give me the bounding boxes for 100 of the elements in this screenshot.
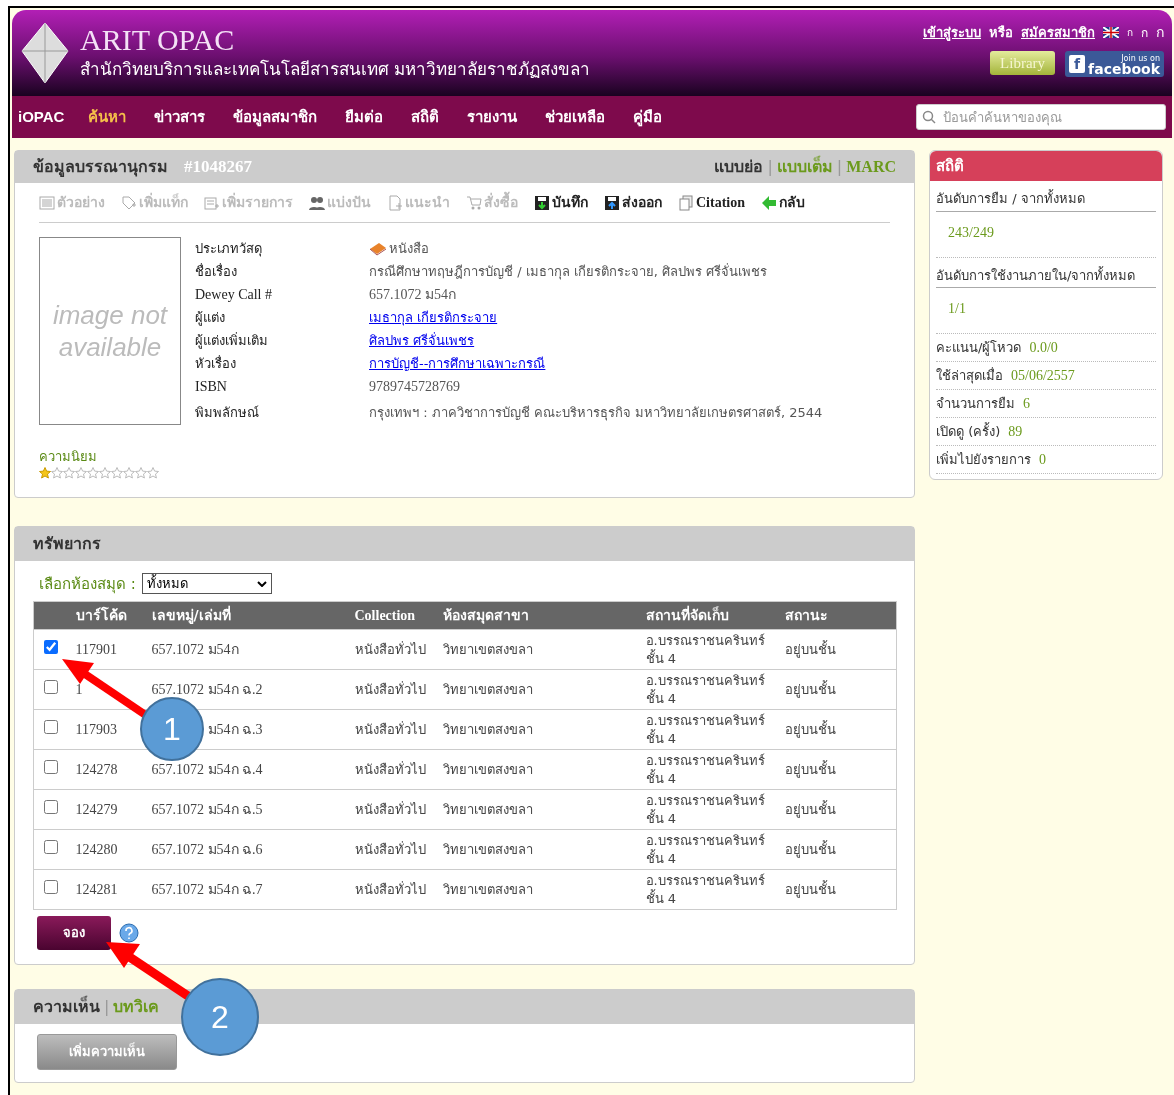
toolbar-button[interactable]: กลับ [761, 192, 805, 213]
row-checkbox[interactable] [44, 679, 58, 694]
toolbar-button[interactable]: Citation [678, 192, 745, 213]
search-icon [922, 110, 936, 124]
stat-label: ใช้ล่าสุดเมื่อ [936, 366, 1003, 386]
panel-title: ทรัพยากร [33, 532, 101, 555]
font-size-link[interactable]: ก [1127, 25, 1133, 40]
column-header: Collection [354, 601, 443, 630]
stat-heading: อันดับการใช้งานภายใน/จากทั้งหมด [936, 257, 1156, 288]
register-link[interactable]: สมัครสมาชิก [1021, 22, 1095, 43]
star-icon[interactable] [39, 466, 51, 479]
back-arrow-icon [761, 194, 777, 211]
star-icon[interactable] [99, 466, 111, 479]
field-link[interactable]: ศิลปพร ศรีจั่นเพชร [369, 329, 475, 352]
table-cell: วิทยาเขตสงขลา [442, 761, 533, 777]
table-cell: หนังสือทั่วไป [354, 640, 426, 659]
row-checkbox[interactable] [44, 719, 58, 734]
site-subtitle: สำนักวิทยบริการและเทคโนโลยีสารสนเทศ มหาวิทยาลัยราชภัฏสงขลา [80, 58, 591, 82]
field-label: ชื่อเรื่อง [195, 262, 238, 281]
library-filter-label: เลือกห้องสมุด : [39, 573, 136, 595]
stat-heading: อันดับการยืม / จากทั้งหมด [936, 181, 1156, 212]
row-checkbox[interactable] [44, 799, 58, 814]
table-cell: วิทยาเขตสงขลา [442, 721, 533, 737]
table-cell: หนังสือทั่วไป [354, 840, 426, 859]
library-select[interactable]: ทั้งหมด [141, 573, 272, 595]
nav-tab[interactable]: สถิติ [411, 105, 440, 129]
table-cell: หนังสือทั่วไป [354, 800, 426, 819]
no-image-text: image not available [51, 299, 169, 363]
reserve-button[interactable]: จอง [37, 916, 111, 950]
or-text: หรือ [989, 23, 1013, 42]
stat-value: 1/1 [947, 300, 967, 318]
document-add-icon [387, 194, 403, 211]
brand-label: iOPAC [18, 106, 65, 127]
font-size-link[interactable]: ก [1156, 22, 1164, 43]
table-cell: ม54ก ฉ.3 [207, 722, 263, 737]
nav-tab[interactable]: ข้อมูลสมาชิก [233, 105, 318, 129]
table-cell: อยู่บนชั้น [784, 681, 836, 697]
field-label: ผู้แต่งเพิ่มเติม [195, 331, 269, 351]
save-icon [604, 194, 620, 211]
field-link[interactable]: เมธากุล เกียรติกระจาย [369, 306, 498, 329]
field-label: ประเภทวัสดุ [195, 240, 263, 259]
search-field[interactable]: ป้อนคำค้นหาของคุณ [916, 104, 1166, 130]
column-header: บาร์โค้ด [75, 601, 152, 630]
font-size-link[interactable]: ก [1141, 23, 1148, 42]
toolbar-button[interactable]: บันทึก [534, 192, 588, 213]
row-checkbox[interactable] [44, 839, 58, 854]
tag-icon [121, 194, 137, 211]
table-cell: 1 [75, 682, 83, 697]
star-icon[interactable] [87, 466, 99, 479]
table-cell: 124280 [75, 842, 118, 857]
table-cell: 124279 [75, 802, 118, 817]
login-link[interactable]: เข้าสู่ระบบ [923, 22, 981, 43]
table-cell: 657.1072 ม54ก ฉ.6 [151, 842, 263, 857]
stat-label: คะแนน/ผู้โหวด [936, 338, 1022, 358]
table-cell: อยู่บนชั้น [784, 841, 836, 857]
field-link[interactable]: การบัญชี--การศึกษาเฉพาะกรณี [369, 352, 546, 375]
star-icon[interactable] [147, 466, 159, 479]
field-label: ISBN [195, 378, 228, 396]
uk-flag-icon[interactable] [1103, 27, 1119, 38]
panel-title: สถิติ [936, 155, 964, 177]
stat-value: 243/249 [947, 223, 995, 242]
table-cell: วิทยาเขตสงขลา [442, 681, 533, 697]
row-checkbox[interactable] [44, 879, 58, 894]
table-cell: อยู่บนชั้น [784, 801, 836, 817]
table-cell: อยู่บนชั้น [784, 761, 836, 777]
nav-tab[interactable]: คู่มือ [633, 105, 663, 129]
table-cell-text: อ.บรรณราชนครินทร์ ชั้น 4 [645, 631, 766, 668]
view-tab[interactable]: แบบย่อ [714, 155, 764, 179]
nav-tab[interactable]: ค้นหา [88, 105, 127, 129]
stat-label: เปิดดู (ครั้ง) [936, 421, 1001, 442]
stat-label: เพิ่มไปยังรายการ [936, 450, 1031, 469]
row-checkbox[interactable] [44, 639, 58, 654]
table-cell: วิทยาเขตสงขลา [442, 841, 533, 857]
table-cell: อยู่บนชั้น [784, 641, 836, 657]
star-icon[interactable] [51, 466, 63, 479]
book-icon [369, 241, 387, 256]
row-checkbox[interactable] [44, 759, 58, 774]
nav-tab[interactable]: ข่าวสาร [154, 105, 206, 129]
table-cell-text: อ.บรรณราชนครินทร์ ชั้น 4 [645, 711, 766, 748]
table-cell-text: อ.บรรณราชนครินทร์ ชั้น 4 [645, 671, 766, 708]
field-label: Dewey Call # [195, 286, 273, 304]
star-icon[interactable] [111, 466, 123, 479]
nav-tab[interactable]: รายงาน [467, 105, 518, 129]
field-label: พิมพลักษณ์ [195, 404, 260, 422]
table-cell-text: อ.บรรณราชนครินทร์ ชั้น 4 [645, 871, 766, 908]
star-icon[interactable] [63, 466, 75, 479]
nav-tab[interactable]: ยืมต่อ [345, 105, 384, 129]
star-icon[interactable] [135, 466, 147, 479]
comment-tab[interactable]: ความเห็น [33, 995, 100, 1019]
stat-label: จำนวนการยืม [936, 394, 1015, 413]
table-cell: วิทยาเขตสงขลา [442, 641, 533, 657]
help-icon[interactable] [119, 923, 139, 943]
site-title: ARIT OPAC [80, 23, 236, 58]
table-cell: 657.1072 ม54ก ฉ.7 [151, 882, 263, 897]
star-icon[interactable] [123, 466, 135, 479]
star-icon[interactable] [75, 466, 87, 479]
table-cell: 117903 [75, 722, 117, 737]
toolbar-button[interactable]: ส่งออก [604, 192, 662, 213]
nav-tab[interactable]: ช่วยเหลือ [545, 105, 606, 129]
stat-value: 89 [1008, 423, 1023, 441]
